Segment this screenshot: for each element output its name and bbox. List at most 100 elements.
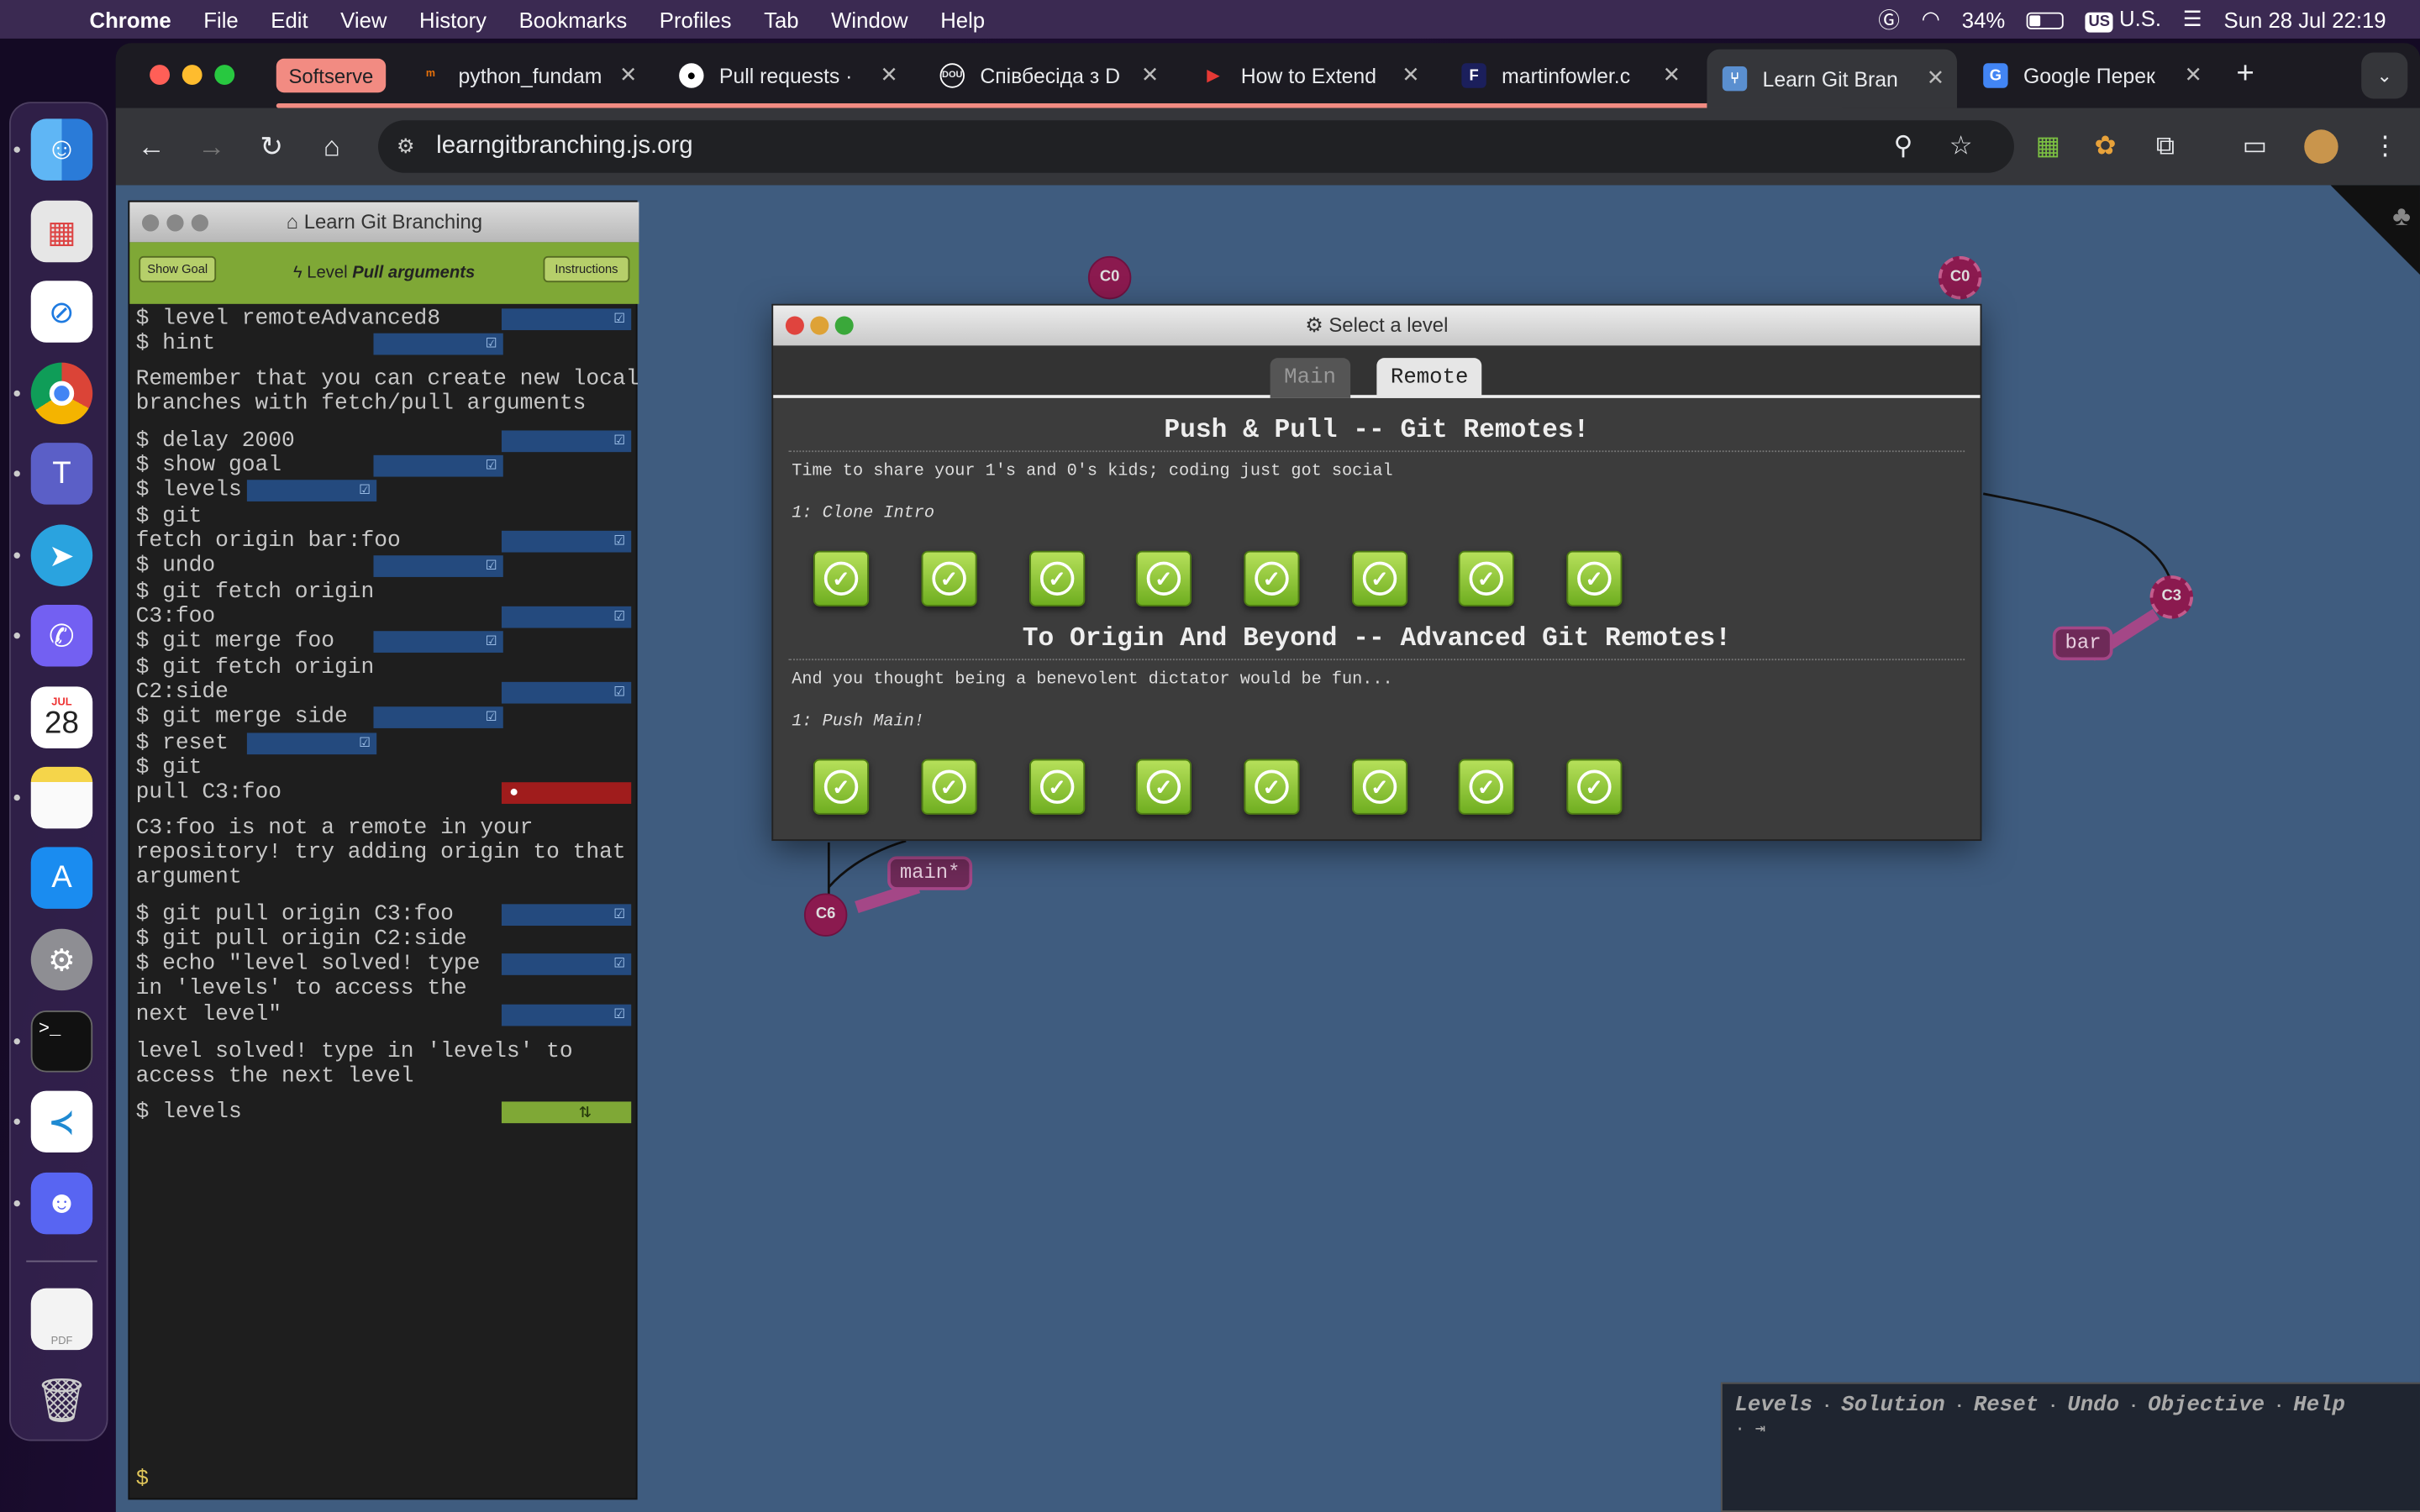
finder-icon[interactable]: ☺: [30, 118, 93, 181]
objective-link[interactable]: Objective: [2148, 1394, 2265, 1418]
tab-search-button[interactable]: ⌄: [2361, 52, 2408, 99]
level-complete-button[interactable]: [1458, 759, 1514, 815]
terminal-input-prompt[interactable]: $: [136, 1467, 149, 1492]
menu-clock[interactable]: Sun 28 Jul 22:19: [2224, 7, 2386, 31]
tab-how-to-extend[interactable]: ▶ How to Extend ✕: [1186, 52, 1433, 98]
menu-app-name[interactable]: Chrome: [90, 7, 171, 31]
menu-help[interactable]: Help: [940, 7, 985, 31]
zoom-window-button[interactable]: [214, 65, 235, 86]
close-tab-icon[interactable]: ✕: [880, 61, 898, 87]
close-tab-icon[interactable]: ✕: [1663, 61, 1681, 87]
address-bar[interactable]: ⚙ learngitbranching.js.org: [377, 120, 2014, 173]
undo-link[interactable]: Undo: [2067, 1394, 2119, 1418]
wifi-icon[interactable]: ◠: [1922, 6, 1940, 32]
tab-remote[interactable]: Remote: [1376, 358, 1483, 398]
home-button[interactable]: ⌂: [312, 127, 352, 167]
help-link[interactable]: Help: [2293, 1394, 2345, 1418]
menu-history[interactable]: History: [419, 7, 487, 31]
system-settings-icon[interactable]: ⚙: [30, 928, 93, 991]
remote-commit-node[interactable]: C3: [2149, 575, 2193, 619]
control-center-icon[interactable]: ☰: [2183, 6, 2202, 32]
notes-icon[interactable]: [30, 766, 93, 829]
menu-file[interactable]: File: [203, 7, 238, 31]
discord-icon[interactable]: ☻: [30, 1172, 93, 1235]
grammarly-icon[interactable]: Ⓖ: [1878, 4, 1900, 35]
close-window-button[interactable]: [150, 65, 171, 86]
extensions-puzzle-icon[interactable]: ⧉: [2156, 123, 2175, 170]
terminal-icon[interactable]: >_: [30, 1011, 93, 1073]
close-tab-icon[interactable]: ✕: [619, 61, 638, 87]
level-complete-button[interactable]: [1029, 550, 1086, 606]
bookmark-star-icon[interactable]: ☆: [1949, 123, 1973, 170]
calendar-icon[interactable]: JUL 28: [30, 686, 93, 748]
level-complete-button[interactable]: [1244, 550, 1300, 606]
tab-main[interactable]: Main: [1270, 358, 1350, 398]
level-complete-button[interactable]: [1135, 550, 1192, 606]
reset-link[interactable]: Reset: [1974, 1394, 2039, 1418]
level-complete-button[interactable]: [813, 759, 870, 815]
telegram-icon[interactable]: ➤: [30, 524, 93, 586]
close-tab-icon[interactable]: ✕: [2184, 61, 2202, 87]
extension-icon[interactable]: ▦: [2036, 123, 2061, 170]
app-store-icon[interactable]: A: [30, 847, 93, 909]
instructions-button[interactable]: Instructions: [543, 255, 630, 283]
level-complete-button[interactable]: [1566, 759, 1623, 815]
levels-link[interactable]: Levels: [1734, 1394, 1812, 1418]
teams-icon[interactable]: T: [30, 443, 93, 505]
viber-icon[interactable]: ✆: [30, 604, 93, 667]
solution-link[interactable]: Solution: [1841, 1394, 1944, 1418]
terminal-minimize-icon[interactable]: [166, 214, 184, 232]
level-complete-button[interactable]: [1566, 550, 1623, 606]
close-tab-icon[interactable]: ✕: [1402, 61, 1420, 87]
level-complete-button[interactable]: [813, 550, 870, 606]
tab-pull-requests[interactable]: ● Pull requests · ✕: [664, 52, 911, 98]
close-tab-icon[interactable]: ✕: [1927, 65, 1945, 91]
menu-profiles[interactable]: Profiles: [660, 7, 732, 31]
terminal-close-icon[interactable]: [141, 214, 160, 232]
level-complete-button[interactable]: [1244, 759, 1300, 815]
logout-icon[interactable]: ⇥: [1755, 1421, 1765, 1440]
pdf-document-icon[interactable]: PDF: [30, 1288, 93, 1351]
menu-tab[interactable]: Tab: [764, 7, 798, 31]
menu-kebab-icon[interactable]: ⋮: [2372, 123, 2398, 170]
remote-commit-node[interactable]: C0: [1938, 255, 1982, 300]
dialog-close-icon[interactable]: [785, 316, 804, 335]
commit-node[interactable]: C0: [1087, 255, 1132, 300]
show-goal-button[interactable]: Show Goal: [139, 255, 217, 283]
battery-icon[interactable]: [2026, 7, 2065, 31]
level-complete-button[interactable]: [921, 550, 977, 606]
level-complete-button[interactable]: [1351, 550, 1408, 606]
commit-node[interactable]: C6: [803, 893, 848, 937]
site-info-icon[interactable]: ⚙: [397, 134, 414, 159]
tab-martinfowler[interactable]: F martinfowler.c ✕: [1446, 52, 1693, 98]
trash-icon[interactable]: 🗑︎: [31, 1368, 92, 1430]
menu-bookmarks[interactable]: Bookmarks: [519, 7, 628, 31]
cast-icon[interactable]: ▭: [2243, 123, 2268, 170]
menu-edit[interactable]: Edit: [271, 7, 308, 31]
close-tab-icon[interactable]: ✕: [1141, 61, 1160, 87]
level-complete-button[interactable]: [921, 759, 977, 815]
extension-icon[interactable]: ✿: [2094, 123, 2116, 170]
terminal-maximize-icon[interactable]: [191, 214, 208, 232]
branch-label[interactable]: bar: [2052, 626, 2114, 661]
level-complete-button[interactable]: [1351, 759, 1408, 815]
back-button[interactable]: ←: [131, 127, 171, 167]
tab-learn-git-branching[interactable]: ⑂ Learn Git Bran ✕: [1707, 49, 1957, 108]
dialog-minimize-icon[interactable]: [810, 316, 829, 335]
zoom-icon[interactable]: ⚲: [1894, 123, 1913, 170]
level-complete-button[interactable]: [1135, 759, 1192, 815]
new-tab-button[interactable]: +: [2236, 57, 2254, 92]
profile-avatar[interactable]: [2304, 129, 2338, 164]
level-complete-button[interactable]: [1029, 759, 1086, 815]
launchpad-icon[interactable]: ▦: [30, 200, 93, 263]
tab-google-translate[interactable]: G Google Перек ✕: [1968, 52, 2215, 98]
forward-button[interactable]: →: [192, 127, 232, 167]
tab-group-label[interactable]: Softserve: [276, 58, 387, 93]
level-complete-button[interactable]: [1458, 550, 1514, 606]
chrome-icon[interactable]: [30, 362, 93, 425]
branch-label[interactable]: main*: [887, 856, 973, 890]
input-source[interactable]: US U.S.: [2085, 6, 2161, 33]
github-octocat-icon[interactable]: ♣: [2392, 201, 2411, 234]
dialog-maximize-icon[interactable]: [834, 316, 854, 335]
tab-dou[interactable]: DOU Співбесіда з D ✕: [924, 52, 1171, 98]
